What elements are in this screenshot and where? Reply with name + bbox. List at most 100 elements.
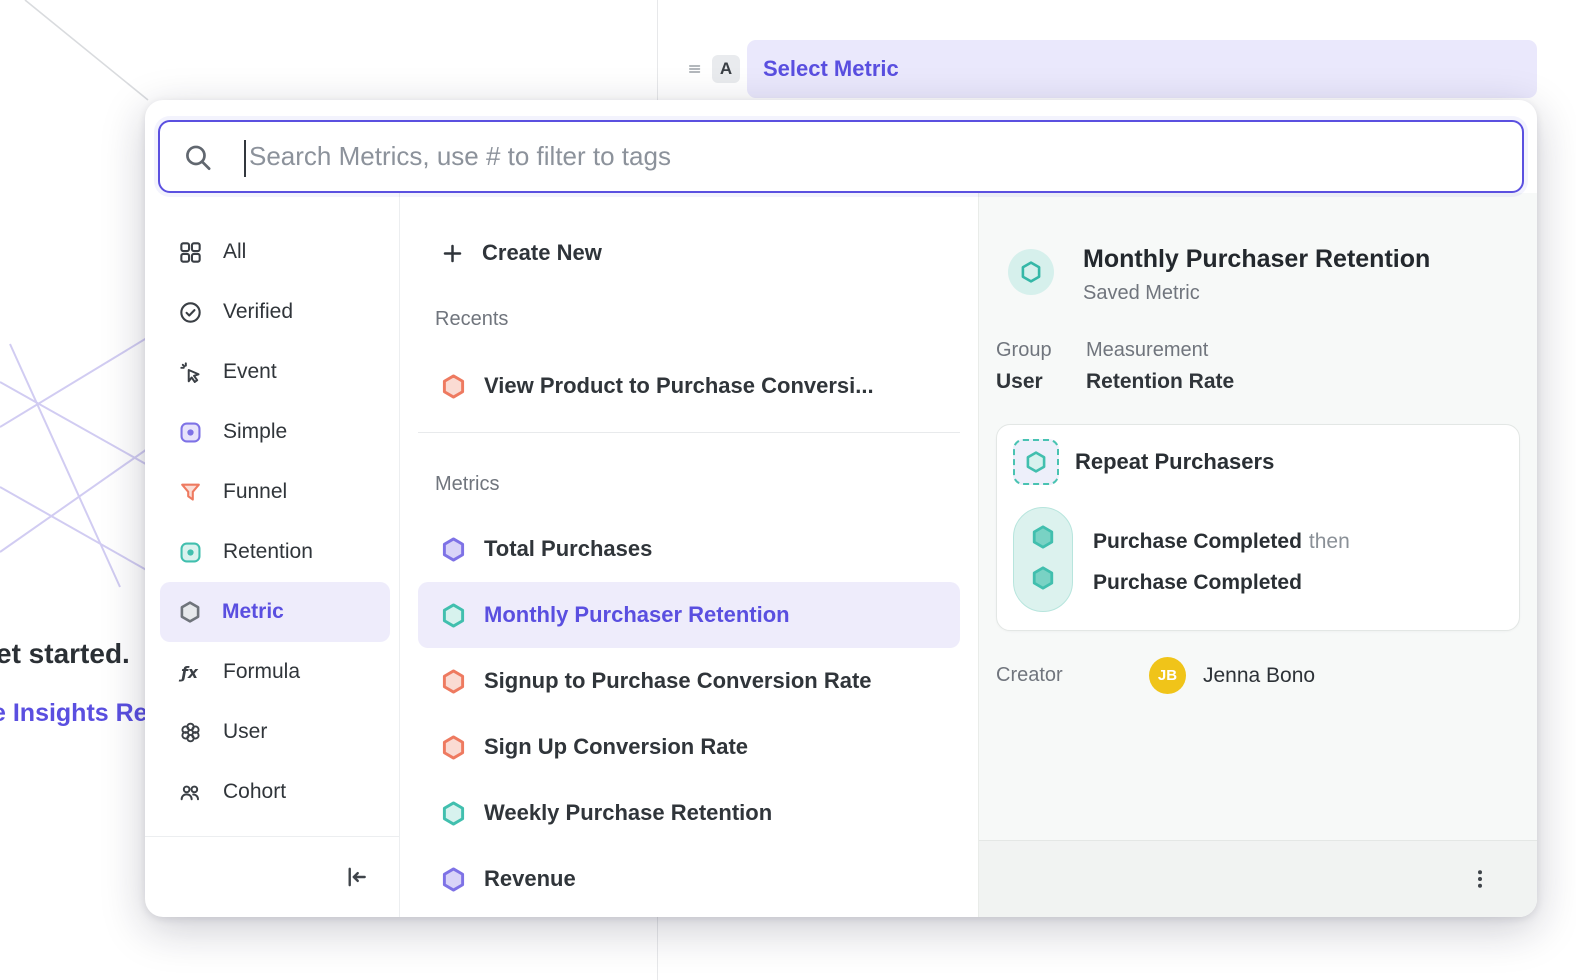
metric-item-total-purchases[interactable]: Total Purchases bbox=[418, 516, 960, 582]
definition-name: Repeat Purchasers bbox=[1075, 449, 1274, 475]
sidebar-item-all[interactable]: All bbox=[160, 222, 390, 282]
category-sidebar: All Verified Event bbox=[145, 193, 400, 917]
sidebar-item-label: Cohort bbox=[223, 780, 286, 804]
verified-icon bbox=[178, 300, 203, 325]
detail-content: Monthly Purchaser Retention Saved Metric… bbox=[979, 193, 1537, 840]
collapse-left-icon bbox=[343, 864, 369, 890]
metric-item-label: Total Purchases bbox=[484, 536, 652, 562]
measurement-value: Retention Rate bbox=[1086, 370, 1520, 394]
sidebar-item-simple[interactable]: Simple bbox=[160, 402, 390, 462]
user-flower-icon bbox=[178, 720, 203, 745]
more-options-button[interactable] bbox=[1463, 862, 1497, 896]
search-area bbox=[145, 100, 1537, 193]
metric-query-row: A Select Metric bbox=[683, 40, 1537, 98]
metric-item-label: Sign Up Conversion Rate bbox=[484, 734, 748, 760]
metric-list-column: Create New Recents View Product to Purch… bbox=[400, 193, 978, 917]
creator-avatar: JB bbox=[1149, 657, 1186, 694]
create-new-label: Create New bbox=[482, 240, 602, 266]
sidebar-item-label: User bbox=[223, 720, 267, 744]
creator-row: Creator JB Jenna Bono bbox=[996, 657, 1520, 694]
funnel-icon bbox=[178, 480, 203, 505]
creator-label: Creator bbox=[996, 664, 1149, 687]
hexagon-coral-icon bbox=[440, 373, 467, 400]
recent-metric-item[interactable]: View Product to Purchase Conversi... bbox=[418, 353, 960, 419]
hexagon-teal-icon bbox=[1030, 524, 1056, 550]
creator-name: Jenna Bono bbox=[1203, 664, 1315, 688]
sidebar-item-metric[interactable]: Metric bbox=[160, 582, 390, 642]
step-connector: then bbox=[1309, 530, 1350, 553]
sidebar-item-verified[interactable]: Verified bbox=[160, 282, 390, 342]
event-cursor-icon bbox=[178, 360, 203, 385]
metric-hexagon-icon bbox=[178, 600, 202, 624]
search-field[interactable] bbox=[158, 120, 1524, 193]
definition-header: Repeat Purchasers bbox=[1013, 439, 1503, 485]
search-input[interactable] bbox=[160, 122, 1522, 191]
sidebar-item-label: Retention bbox=[223, 540, 313, 564]
step-2-event: Purchase Completed bbox=[1093, 571, 1302, 594]
hexagon-purple-icon bbox=[440, 866, 467, 893]
sidebar-footer bbox=[145, 836, 399, 917]
cohort-people-icon bbox=[178, 780, 203, 805]
hexagon-purple-icon bbox=[440, 536, 467, 563]
list-divider bbox=[418, 432, 960, 433]
group-value: User bbox=[996, 370, 1086, 394]
group-label: Group bbox=[996, 339, 1086, 362]
create-new-button[interactable]: Create New bbox=[418, 223, 960, 283]
background-diagonal-line bbox=[0, 0, 160, 105]
definition-flow: Purchase Completed then Purchase Complete… bbox=[1013, 507, 1503, 612]
category-list: All Verified Event bbox=[145, 193, 399, 836]
hexagon-teal-icon bbox=[1019, 260, 1043, 284]
decorative-chart-lines bbox=[0, 322, 165, 597]
sidebar-item-retention[interactable]: Retention bbox=[160, 522, 390, 582]
grid-icon bbox=[178, 240, 203, 265]
hexagon-teal-icon bbox=[440, 800, 467, 827]
sidebar-item-formula[interactable]: ƒx Formula bbox=[160, 642, 390, 702]
plus-icon bbox=[440, 241, 465, 266]
background-partial-link[interactable]: e Insights Re bbox=[0, 699, 148, 728]
sidebar-item-cohort[interactable]: Cohort bbox=[160, 762, 390, 822]
background-partial-heading: et started. bbox=[0, 638, 130, 670]
sidebar-item-label: Event bbox=[223, 360, 277, 384]
kebab-menu-icon bbox=[1468, 867, 1492, 891]
sidebar-item-user[interactable]: User bbox=[160, 702, 390, 762]
svg-text:ƒx: ƒx bbox=[178, 664, 199, 682]
metric-item-signup-to-purchase-conversion-rate[interactable]: Signup to Purchase Conversion Rate bbox=[418, 648, 960, 714]
select-metric-button[interactable]: Select Metric bbox=[747, 40, 1537, 98]
metric-detail-panel: Monthly Purchaser Retention Saved Metric… bbox=[978, 193, 1537, 917]
sidebar-item-label: Simple bbox=[223, 420, 287, 444]
detail-meta: Group Measurement User Retention Rate bbox=[996, 339, 1520, 394]
hexagon-teal-icon bbox=[1024, 450, 1048, 474]
hexagon-teal-icon bbox=[440, 602, 467, 629]
detail-subtitle: Saved Metric bbox=[1083, 282, 1430, 305]
collapse-sidebar-button[interactable] bbox=[339, 860, 373, 894]
saved-metric-dashed-icon bbox=[1013, 439, 1059, 485]
metric-rows: Total Purchases Monthly Purchaser Retent… bbox=[418, 516, 960, 912]
sidebar-item-event[interactable]: Event bbox=[160, 342, 390, 402]
metric-item-monthly-purchaser-retention[interactable]: Monthly Purchaser Retention bbox=[418, 582, 960, 648]
metric-item-revenue[interactable]: Revenue bbox=[418, 846, 960, 912]
step-2: Purchase Completed bbox=[1093, 562, 1350, 603]
retention-square-icon bbox=[178, 540, 203, 565]
metric-letter-badge[interactable]: A bbox=[712, 55, 740, 83]
metric-item-weekly-purchase-retention[interactable]: Weekly Purchase Retention bbox=[418, 780, 960, 846]
metric-definition-card: Repeat Purchasers Purchase Completed then bbox=[996, 424, 1520, 631]
sidebar-item-label: Verified bbox=[223, 300, 293, 324]
simple-square-icon bbox=[178, 420, 203, 445]
metric-picker-modal: All Verified Event bbox=[145, 100, 1537, 917]
metric-type-badge bbox=[1008, 249, 1054, 295]
drag-handle-icon[interactable] bbox=[686, 60, 706, 78]
step-1: Purchase Completed then bbox=[1093, 521, 1350, 562]
sidebar-item-label: Metric bbox=[222, 600, 284, 624]
formula-icon: ƒx bbox=[178, 660, 203, 685]
sidebar-item-label: All bbox=[223, 240, 246, 264]
step-1-event: Purchase Completed bbox=[1093, 530, 1302, 553]
metric-item-sign-up-conversion-rate[interactable]: Sign Up Conversion Rate bbox=[418, 714, 960, 780]
detail-footer bbox=[979, 840, 1537, 917]
modal-body: All Verified Event bbox=[145, 193, 1537, 917]
detail-header: Monthly Purchaser Retention Saved Metric bbox=[996, 249, 1520, 305]
recent-metric-label: View Product to Purchase Conversi... bbox=[484, 373, 874, 399]
definition-steps: Purchase Completed then Purchase Complete… bbox=[1093, 507, 1350, 612]
sidebar-item-funnel[interactable]: Funnel bbox=[160, 462, 390, 522]
metric-item-label: Revenue bbox=[484, 866, 576, 892]
metrics-heading: Metrics bbox=[435, 470, 960, 498]
